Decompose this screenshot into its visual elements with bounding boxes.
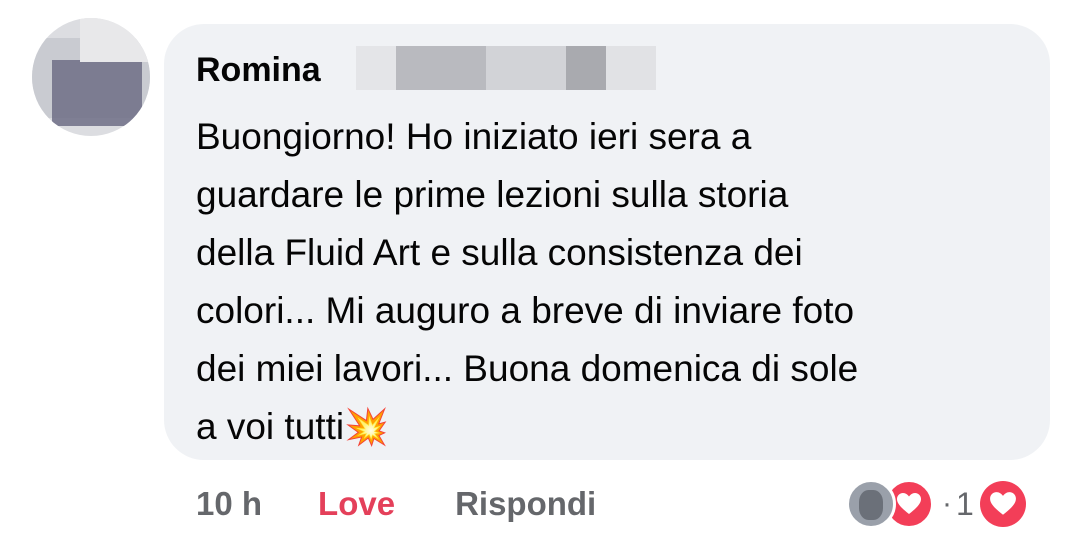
reaction-count: 1 [956,485,974,522]
avatar-blur [52,60,142,126]
avatar-blur [80,18,150,62]
collision-emoji-icon: 💥 [344,406,389,447]
comment-body: Buongiorno! Ho iniziato ieri sera a guar… [196,116,859,447]
love-button[interactable]: Love [318,485,395,523]
author-row: Romina [196,46,321,94]
author-name[interactable]: Romina [196,51,321,90]
comment-actions: 10 h Love Rispondi [196,478,596,530]
reactor-avatar [846,479,896,529]
reaction-summary[interactable]: · 1 [846,476,1026,532]
reply-button[interactable]: Rispondi [455,485,596,523]
redacted-surname [356,38,656,94]
avatar[interactable] [32,18,150,136]
separator-dot: · [942,487,952,520]
heart-icon [979,481,1026,527]
comment-text: Buongiorno! Ho iniziato ieri sera a guar… [196,108,1036,456]
timestamp[interactable]: 10 h [196,485,262,523]
